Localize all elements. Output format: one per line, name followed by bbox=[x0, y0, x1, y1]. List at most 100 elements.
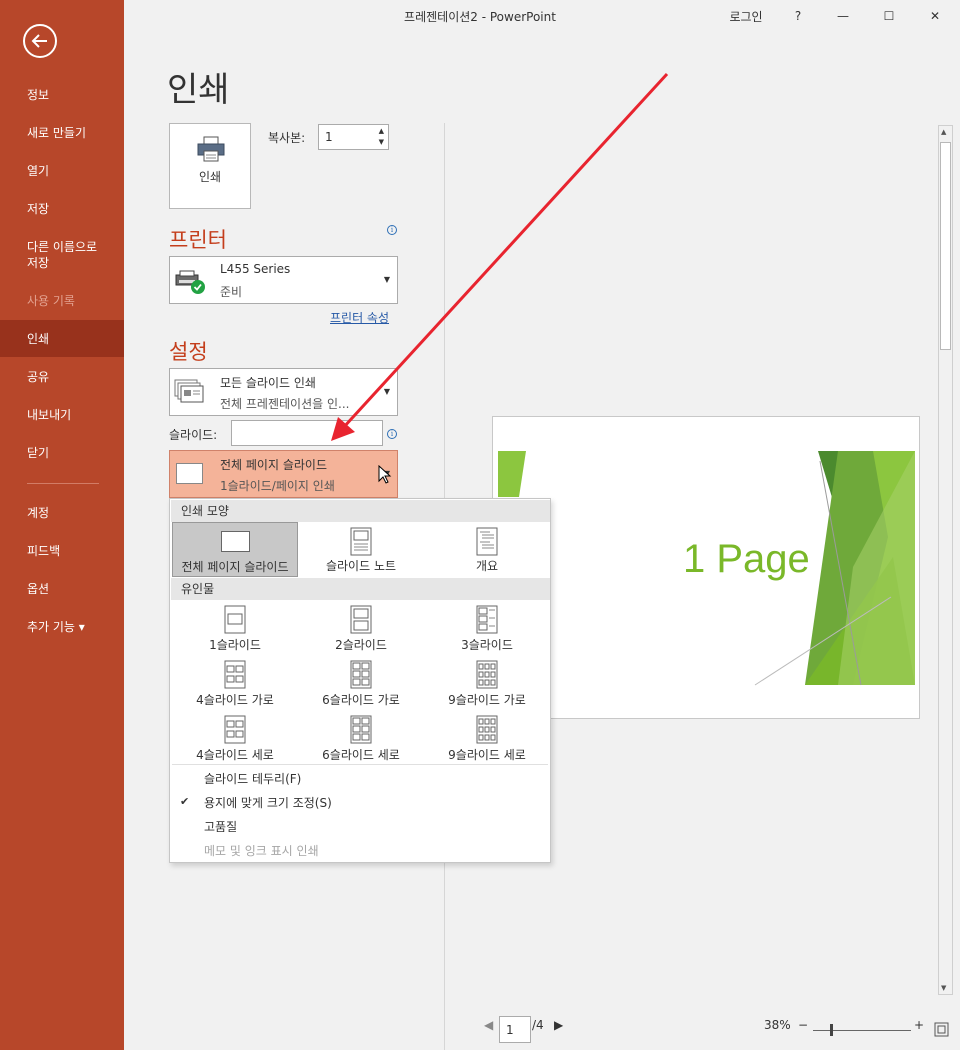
handout-6-horizontal[interactable]: 6슬라이드 가로 bbox=[298, 657, 424, 707]
dropdown-caret-icon: ▼ bbox=[383, 387, 390, 396]
nav-info[interactable]: 정보 bbox=[0, 87, 124, 103]
handout-label: 6슬라이드 세로 bbox=[322, 748, 400, 762]
print-layout-select[interactable]: 전체 페이지 슬라이드 1슬라이드/페이지 인쇄 ▼ bbox=[169, 450, 398, 498]
copies-label: 복사본: bbox=[268, 131, 306, 145]
slides-input[interactable] bbox=[231, 420, 383, 446]
nav-options[interactable]: 옵션 bbox=[0, 581, 124, 597]
option-print-comments-ink: 메모 및 잉크 표시 인쇄 bbox=[204, 844, 319, 858]
printer-ready-icon bbox=[175, 270, 205, 294]
printer-icon bbox=[197, 136, 225, 162]
option-scale-to-fit[interactable]: 용지에 맞게 크기 조정(S) bbox=[204, 794, 332, 811]
option-high-quality[interactable]: 고품질 bbox=[204, 818, 237, 835]
all-slides-icon bbox=[174, 379, 204, 403]
printer-select[interactable]: L455 Series 준비 ▼ bbox=[169, 256, 398, 304]
spin-down-icon[interactable]: ▼ bbox=[379, 138, 384, 146]
handout-9-horizontal[interactable]: 9슬라이드 가로 bbox=[424, 657, 550, 707]
nav-history: 사용 기록 bbox=[27, 294, 75, 308]
option-slide-border[interactable]: 슬라이드 테두리(F) bbox=[204, 770, 301, 787]
layout-label: 전체 페이지 슬라이드 bbox=[181, 560, 289, 574]
nav-close[interactable]: 닫기 bbox=[0, 445, 124, 461]
handout-6-vertical[interactable]: 6슬라이드 세로 bbox=[298, 712, 424, 762]
scroll-up-icon[interactable]: ▲ bbox=[941, 128, 946, 136]
nav-feedback[interactable]: 피드백 bbox=[0, 543, 124, 559]
next-page-icon[interactable]: ▶ bbox=[554, 1018, 563, 1032]
handout-label: 4슬라이드 가로 bbox=[196, 693, 274, 707]
outline-page-icon bbox=[476, 527, 498, 556]
handout-1-slide[interactable]: 1슬라이드 bbox=[172, 602, 298, 652]
back-arrow-icon bbox=[31, 34, 47, 48]
vertical-scrollbar[interactable]: ▲ ▼ bbox=[938, 125, 953, 995]
nav-save-as[interactable]: 다른 이름으로 저장 bbox=[0, 239, 124, 271]
printer-properties-link[interactable]: 프린터 속성 bbox=[330, 309, 389, 326]
handout-1-icon bbox=[224, 605, 246, 634]
handout-label: 1슬라이드 bbox=[209, 638, 261, 652]
handout-2-slides[interactable]: 2슬라이드 bbox=[298, 602, 424, 652]
slide-title-text: 1 Page bbox=[683, 537, 810, 581]
handout-9-vertical[interactable]: 9슬라이드 세로 bbox=[424, 712, 550, 762]
nav-divider bbox=[27, 483, 99, 484]
handout-6v-icon bbox=[350, 715, 372, 744]
settings-heading: 설정 bbox=[169, 340, 208, 364]
nav-save[interactable]: 저장 bbox=[0, 201, 124, 217]
scrollbar-thumb[interactable] bbox=[940, 142, 951, 350]
handout-label: 3슬라이드 bbox=[461, 638, 513, 652]
prev-page-icon[interactable]: ◀ bbox=[484, 1018, 493, 1032]
zoom-slider[interactable] bbox=[813, 1030, 911, 1031]
page-title: 인쇄 bbox=[167, 70, 230, 110]
zoom-out-icon[interactable]: − bbox=[798, 1018, 808, 1032]
mouse-cursor-icon bbox=[378, 465, 392, 484]
printer-name: L455 Series bbox=[220, 262, 291, 276]
scroll-down-icon[interactable]: ▼ bbox=[941, 984, 946, 992]
handout-label: 9슬라이드 세로 bbox=[448, 748, 526, 762]
help-button[interactable]: ? bbox=[786, 4, 810, 28]
nav-open[interactable]: 열기 bbox=[0, 163, 124, 179]
nav-print[interactable]: 인쇄 bbox=[0, 320, 124, 357]
layout-label: 개요 bbox=[475, 559, 499, 573]
backstage-sidebar: 정보 새로 만들기 열기 저장 다른 이름으로 저장 사용 기록 인쇄 공유 내… bbox=[0, 0, 124, 1050]
full-page-slide-icon bbox=[221, 531, 250, 552]
handout-4-vertical[interactable]: 4슬라이드 세로 bbox=[172, 712, 298, 762]
handout-3-slides[interactable]: 3슬라이드 bbox=[424, 602, 550, 652]
login-button[interactable]: 로그인 bbox=[722, 4, 770, 28]
page-current: 1 bbox=[506, 1023, 514, 1037]
handout-4-horizontal[interactable]: 4슬라이드 가로 bbox=[172, 657, 298, 707]
print-button[interactable]: 인쇄 bbox=[169, 123, 251, 209]
nav-share[interactable]: 공유 bbox=[0, 369, 124, 385]
print-button-label: 인쇄 bbox=[198, 170, 222, 184]
minimize-button[interactable]: — bbox=[828, 4, 858, 28]
print-range-desc: 전체 프레젠테이션을 인... bbox=[220, 397, 350, 411]
print-range-select[interactable]: 모든 슬라이드 인쇄 전체 프레젠테이션을 인... ▼ bbox=[169, 368, 398, 416]
zoom-in-icon[interactable]: + bbox=[914, 1018, 924, 1032]
layout-full-page[interactable]: 전체 페이지 슬라이드 bbox=[172, 522, 298, 577]
handout-label: 4슬라이드 세로 bbox=[196, 748, 274, 762]
nav-new[interactable]: 새로 만들기 bbox=[0, 125, 124, 141]
close-button[interactable]: ✕ bbox=[920, 4, 950, 28]
handout-6h-icon bbox=[350, 660, 372, 689]
menu-section-handouts: 유인물 bbox=[171, 578, 550, 600]
check-icon: ✔ bbox=[180, 795, 190, 808]
nav-addins[interactable]: 추가 기능 ▾ bbox=[0, 619, 124, 635]
printer-status: 준비 bbox=[220, 285, 243, 299]
handout-9h-icon bbox=[476, 660, 498, 689]
nav-export[interactable]: 내보내기 bbox=[0, 407, 124, 423]
zoom-level[interactable]: 38% bbox=[764, 1018, 791, 1032]
page-number-input[interactable]: 1 bbox=[499, 1016, 531, 1043]
maximize-button[interactable]: ☐ bbox=[874, 4, 904, 28]
back-button[interactable] bbox=[23, 24, 57, 58]
layout-outline[interactable]: 개요 bbox=[424, 522, 550, 577]
print-layout-menu: 인쇄 모양 전체 페이지 슬라이드 슬라이드 노트 개요 유인물 1슬라이드 2… bbox=[169, 498, 551, 863]
info-icon[interactable]: i bbox=[387, 225, 397, 235]
full-page-slide-icon bbox=[176, 463, 203, 484]
fit-to-window-icon[interactable] bbox=[934, 1022, 949, 1037]
nav-account[interactable]: 계정 bbox=[0, 505, 124, 521]
spin-up-icon[interactable]: ▲ bbox=[379, 127, 384, 135]
zoom-slider-thumb[interactable] bbox=[830, 1024, 833, 1036]
notes-page-icon bbox=[350, 527, 372, 556]
layout-label: 슬라이드 노트 bbox=[325, 559, 397, 573]
info-icon[interactable]: i bbox=[387, 429, 397, 439]
slides-label: 슬라이드: bbox=[169, 428, 218, 442]
copies-stepper[interactable]: 1 ▲ ▼ bbox=[318, 124, 389, 150]
print-range-value: 모든 슬라이드 인쇄 bbox=[220, 376, 316, 390]
layout-notes[interactable]: 슬라이드 노트 bbox=[298, 522, 424, 577]
print-layout-desc: 1슬라이드/페이지 인쇄 bbox=[220, 479, 335, 493]
